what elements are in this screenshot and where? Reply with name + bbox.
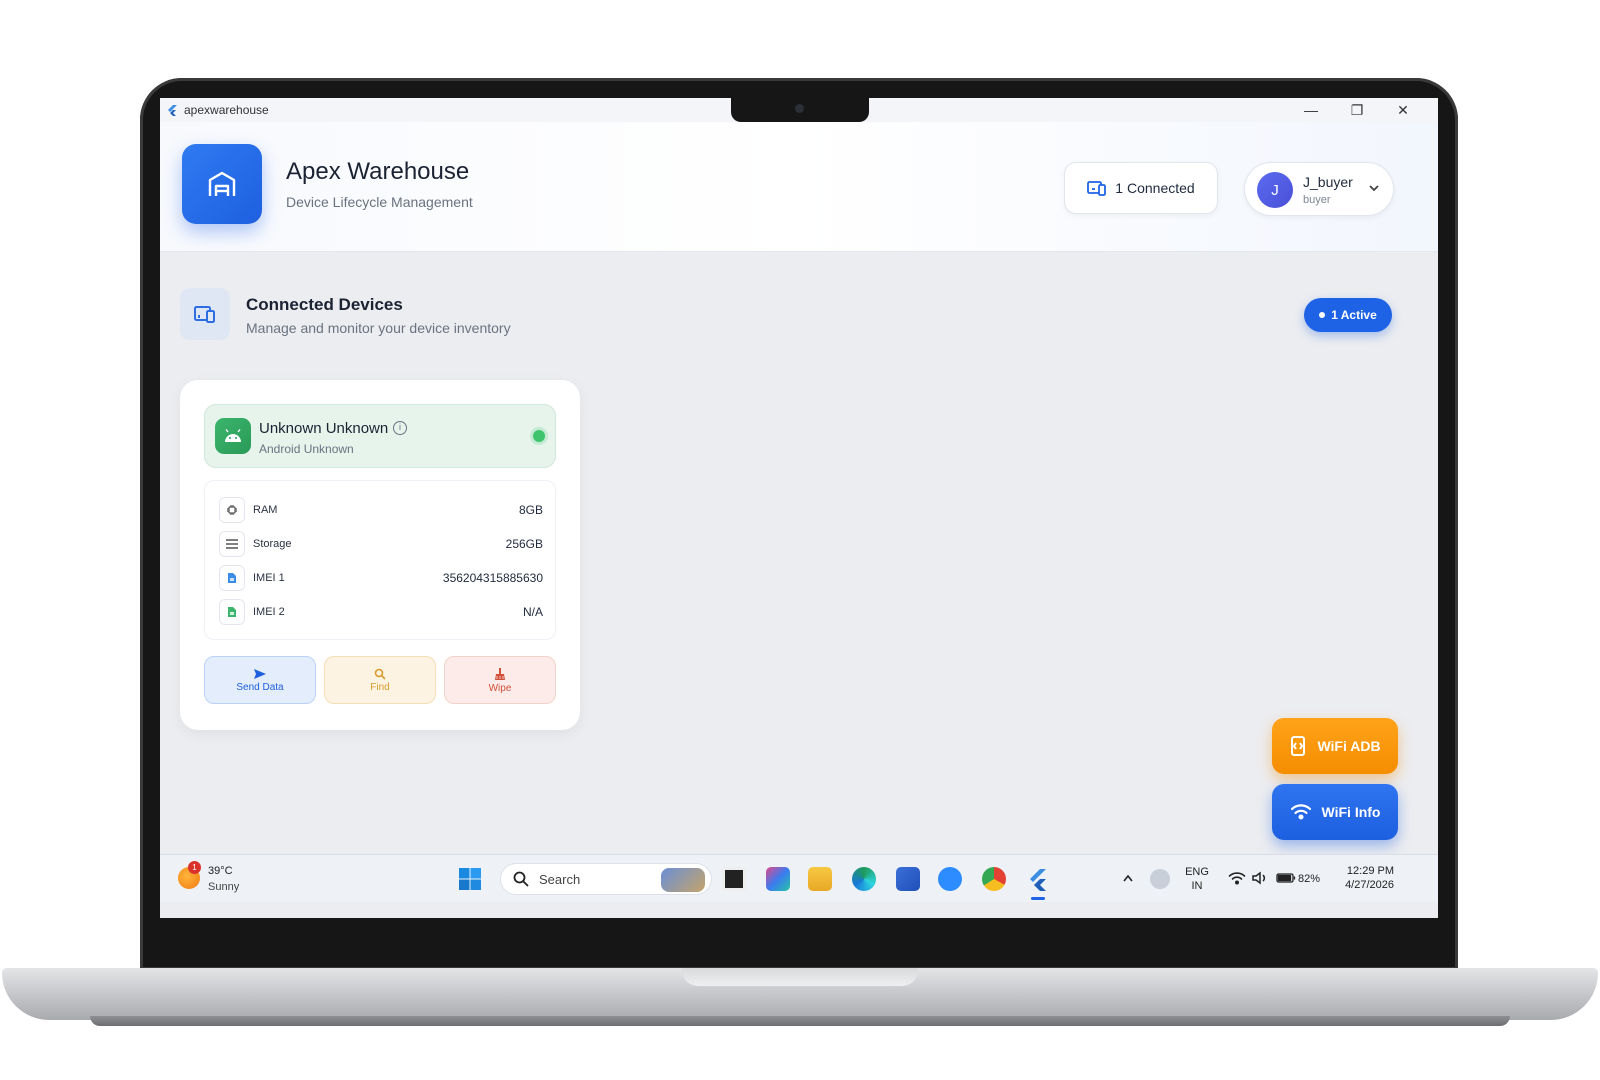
spec-value: N/A	[522, 605, 543, 619]
send-data-label: Send Data	[236, 681, 284, 693]
spec-label: IMEI 1	[253, 572, 285, 584]
battery-percent: 82%	[1298, 873, 1321, 885]
section-title: Connected Devices	[246, 295, 403, 314]
search-icon	[374, 668, 386, 680]
sim-icon	[219, 599, 245, 625]
flutter-app-taskbar-icon[interactable]	[1026, 867, 1050, 891]
spec-value: 356204315885630	[442, 571, 543, 585]
maximize-button[interactable]: ❐	[1334, 98, 1380, 122]
device-name: Unknown Unknown	[259, 420, 389, 437]
language-region: IN	[1191, 880, 1203, 892]
chrome-icon[interactable]	[982, 867, 1006, 891]
chevron-down-icon	[1369, 185, 1379, 192]
battery-icon[interactable]	[1276, 873, 1296, 883]
screen-bezel	[160, 918, 1438, 966]
active-dot-icon	[1319, 312, 1326, 318]
spec-row-ram: RAM 8GB	[219, 497, 543, 523]
search-icon	[513, 871, 529, 887]
wifi-icon	[1290, 804, 1311, 820]
copilot-app-icon[interactable]	[766, 867, 790, 891]
laptop-foot	[90, 1016, 1510, 1026]
find-label: Find	[370, 681, 390, 693]
weather-temp: 39°C	[208, 865, 233, 877]
weather-badge: 1	[188, 861, 201, 874]
user-menu[interactable]: J J_buyer buyer	[1244, 162, 1394, 216]
active-count-label: 1 Active	[1331, 308, 1377, 322]
wipe-label: Wipe	[488, 682, 512, 694]
section-subtitle: Manage and monitor your device inventory	[246, 320, 511, 336]
send-icon	[254, 668, 266, 679]
window-title: apexwarehouse	[184, 103, 269, 117]
store-icon[interactable]	[896, 867, 920, 891]
clock[interactable]: 12:29 PM 4/27/2026	[1334, 864, 1394, 892]
windows-start-icon[interactable]	[458, 867, 482, 891]
wifi-info-label: WiFi Info	[1321, 804, 1381, 820]
find-button[interactable]: Find	[324, 656, 436, 704]
device-specs: RAM 8GB Storage 256GB IMEI 1 35620431588…	[204, 480, 556, 640]
spec-label: Storage	[253, 538, 292, 550]
active-app-indicator	[1031, 897, 1045, 900]
device-os: Android Unknown	[259, 442, 354, 456]
search-placeholder: Search	[539, 871, 581, 887]
task-view-icon[interactable]	[722, 867, 746, 891]
app-title: Apex Warehouse	[286, 158, 470, 185]
weather-desc: Sunny	[208, 881, 240, 893]
send-data-button[interactable]: Send Data	[204, 656, 316, 704]
spec-label: IMEI 2	[253, 606, 285, 618]
window-controls: — ❐ ✕	[1288, 98, 1426, 122]
android-icon	[215, 418, 251, 454]
wifi-adb-button[interactable]: WiFi ADB	[1272, 718, 1398, 774]
devices-section-icon	[180, 288, 230, 340]
user-role: buyer	[1303, 194, 1331, 206]
flutter-app-icon	[166, 104, 178, 116]
spec-row-storage: Storage 256GB	[219, 531, 543, 557]
wipe-button[interactable]: Wipe	[444, 656, 556, 704]
spec-value: 256GB	[505, 537, 543, 551]
connected-devices-button[interactable]: 1 Connected	[1064, 162, 1218, 214]
spec-row-imei1: IMEI 1 356204315885630	[219, 565, 543, 591]
spec-row-imei2: IMEI 2 N/A	[219, 599, 543, 625]
file-explorer-icon[interactable]	[808, 867, 832, 891]
clock-date: 4/27/2026	[1345, 879, 1394, 891]
screen: apexwarehouse — ❐ ✕ Apex Warehouse Devic…	[160, 98, 1438, 918]
zoom-icon[interactable]	[938, 867, 962, 891]
app-header: Apex Warehouse Device Lifecycle Manageme…	[160, 122, 1438, 252]
chip-icon	[219, 497, 245, 523]
devices-icon	[1087, 181, 1107, 196]
edge-browser-icon[interactable]	[852, 867, 876, 891]
search-highlight-image	[661, 868, 705, 892]
minimize-button[interactable]: —	[1288, 98, 1334, 122]
taskbar-search[interactable]: Search	[500, 863, 712, 895]
onedrive-icon[interactable]	[1150, 869, 1170, 889]
wifi-info-button[interactable]: WiFi Info	[1272, 784, 1398, 840]
device-card[interactable]: Unknown Unknown i Android Unknown RAM 8G…	[180, 380, 580, 730]
spec-value: 8GB	[518, 503, 543, 517]
laptop-hinge-notch	[682, 968, 918, 986]
wifi-adb-label: WiFi ADB	[1317, 738, 1381, 754]
camera-notch	[731, 98, 869, 122]
online-status-dot	[533, 430, 545, 442]
spec-label: RAM	[253, 504, 278, 516]
sim-icon	[219, 565, 245, 591]
avatar: J	[1257, 172, 1293, 208]
info-icon[interactable]: i	[393, 421, 407, 435]
camera-icon	[795, 104, 804, 113]
broom-icon	[495, 667, 505, 680]
device-header: Unknown Unknown i Android Unknown	[204, 404, 556, 468]
taskbar: 1 39°C Sunny Search ENG IN 82% 12:29 PM …	[160, 854, 1438, 902]
user-name: J_buyer	[1303, 174, 1353, 190]
language-indicator[interactable]: ENG IN	[1182, 865, 1212, 893]
volume-icon[interactable]	[1252, 871, 1268, 885]
clock-time: 12:29 PM	[1346, 865, 1394, 877]
language-code: ENG	[1185, 866, 1209, 878]
chevron-up-icon[interactable]	[1122, 873, 1134, 883]
adb-icon	[1291, 736, 1306, 756]
wifi-status-icon[interactable]	[1228, 871, 1246, 885]
app-subtitle: Device Lifecycle Management	[286, 194, 473, 210]
close-button[interactable]: ✕	[1380, 98, 1426, 122]
storage-icon	[219, 531, 245, 557]
active-count-badge: 1 Active	[1304, 298, 1392, 332]
connected-count-label: 1 Connected	[1115, 180, 1195, 196]
warehouse-icon	[182, 144, 262, 224]
